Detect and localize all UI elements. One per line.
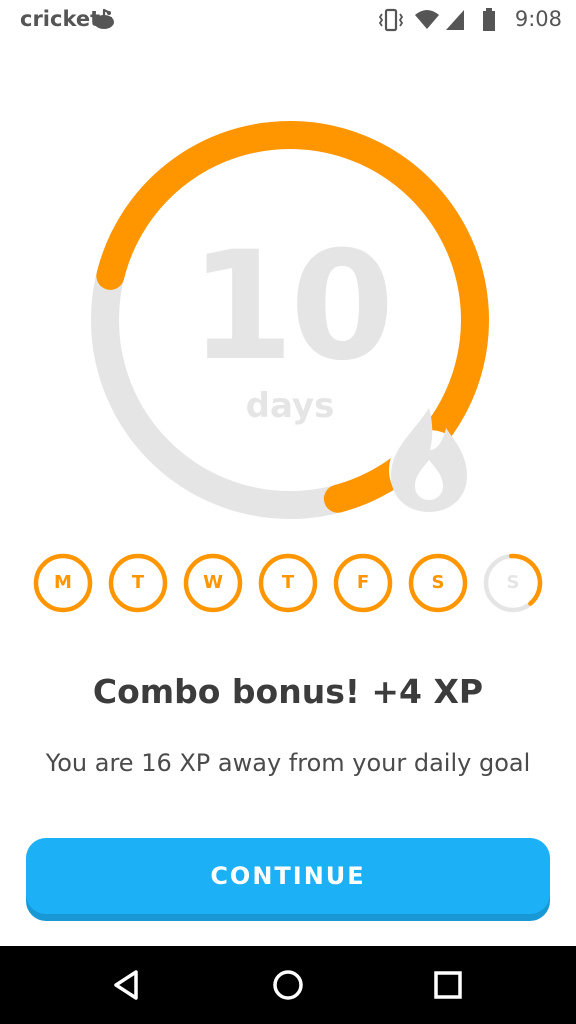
- android-nav-bar: [0, 946, 576, 1024]
- status-time: 9:08: [514, 7, 562, 31]
- day-label: M: [54, 572, 72, 593]
- day-wednesday: W: [182, 552, 244, 614]
- week-progress-row: M T W T F S S: [32, 552, 544, 616]
- day-label: T: [131, 572, 145, 593]
- streak-count: 10: [189, 220, 395, 394]
- back-icon[interactable]: [104, 962, 150, 1008]
- streak-ring: 10 days: [84, 114, 496, 526]
- day-label: F: [356, 572, 370, 593]
- day-label: S: [431, 572, 445, 593]
- day-label: T: [281, 572, 295, 593]
- day-friday: F: [332, 552, 394, 614]
- daily-goal-message: You are 16 XP away from your daily goal: [45, 749, 531, 777]
- day-label: S: [506, 572, 520, 593]
- day-monday: M: [32, 552, 94, 614]
- streak-screen: cricket 9:08 10 days M T W T F S S Combo…: [0, 0, 576, 1024]
- day-tuesday: T: [107, 552, 169, 614]
- home-icon[interactable]: [265, 962, 311, 1008]
- carrier-logo-icon: [92, 8, 116, 30]
- day-sunday: S: [482, 552, 544, 614]
- combo-bonus-headline: Combo bonus! +4 XP: [92, 672, 484, 711]
- day-label: W: [203, 572, 223, 593]
- streak-unit-label: days: [245, 386, 335, 426]
- carrier-name: cricket: [20, 7, 101, 31]
- recents-icon[interactable]: [425, 962, 471, 1008]
- day-saturday: S: [407, 552, 469, 614]
- continue-button[interactable]: CONTINUE: [26, 838, 550, 914]
- continue-button-label: CONTINUE: [210, 862, 366, 890]
- status-bar: cricket 9:08: [0, 0, 576, 40]
- day-thursday: T: [257, 552, 319, 614]
